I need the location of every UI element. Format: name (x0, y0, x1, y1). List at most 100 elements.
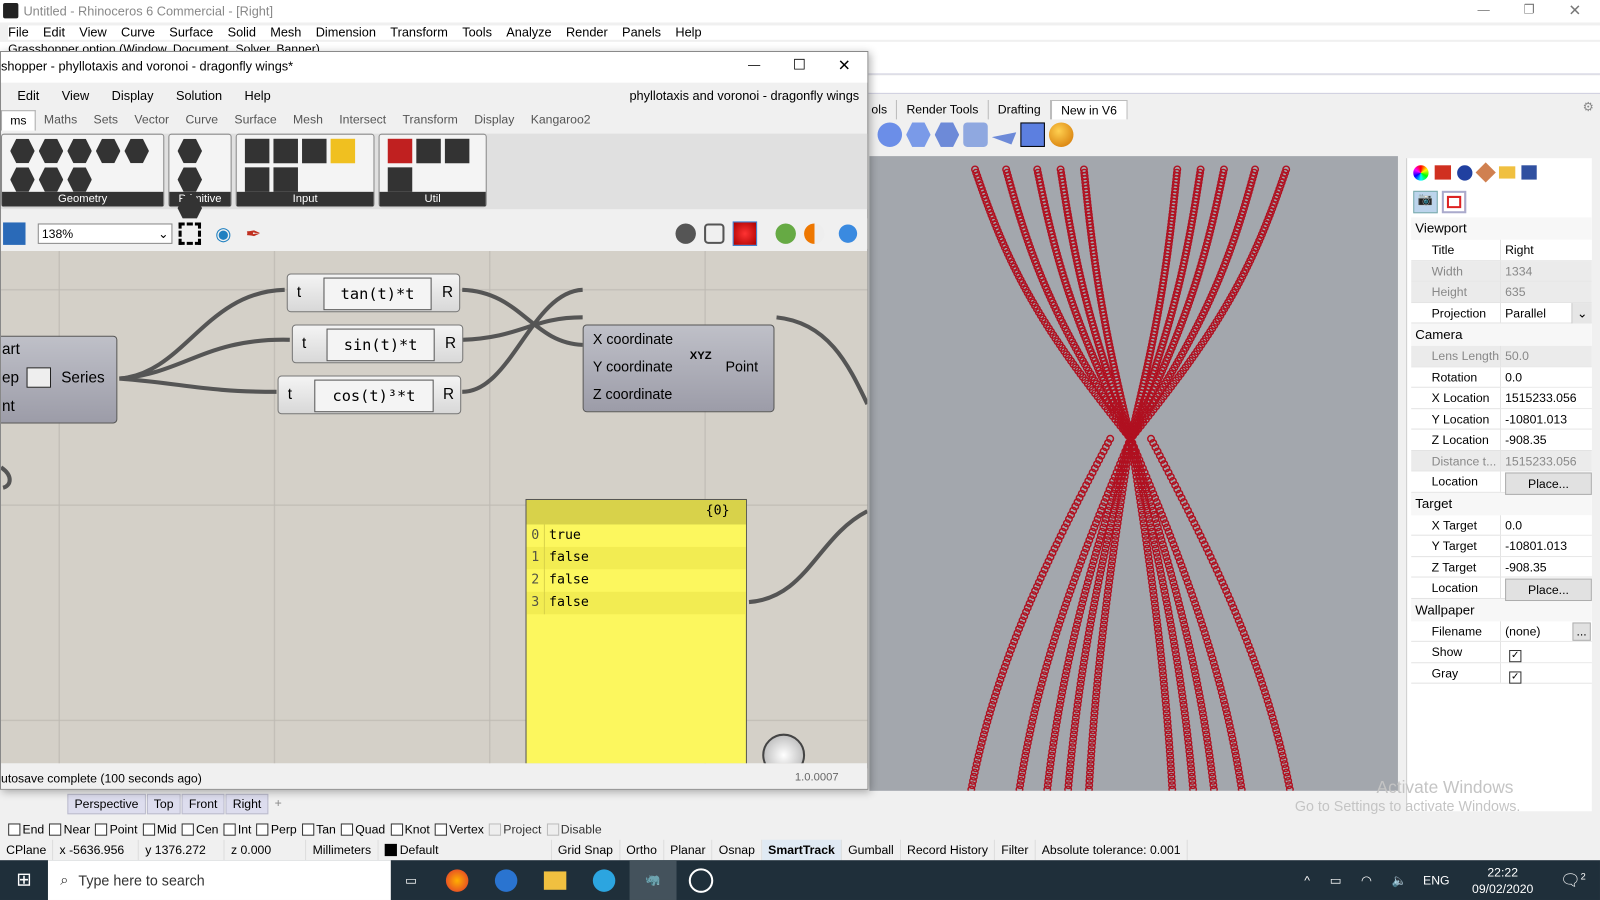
search-box[interactable]: ⌕ Type here to search (47, 860, 391, 900)
menu-curve[interactable]: Curve (121, 26, 155, 40)
component-icon[interactable] (330, 138, 356, 164)
help-icon[interactable] (1521, 165, 1537, 180)
menu-render[interactable]: Render (566, 26, 608, 40)
restore-button[interactable]: ❐ (1523, 2, 1534, 16)
settings-gear-icon[interactable]: ⚙ (1583, 100, 1594, 114)
property-value[interactable]: -10801.013 (1501, 535, 1592, 556)
gh-tab[interactable]: Display (466, 110, 522, 130)
osnap-knot[interactable]: Knot (390, 822, 430, 837)
component-icon[interactable] (10, 138, 35, 164)
gh-tab[interactable]: Curve (177, 110, 226, 130)
osnap-int[interactable]: Int (223, 822, 251, 837)
osnap-disable[interactable]: Disable (546, 822, 602, 837)
gh-tab[interactable]: Surface (226, 110, 285, 130)
property-value[interactable]: 0.0 (1501, 514, 1592, 535)
close-button[interactable]: ✕ (1568, 1, 1581, 19)
component-icon[interactable] (38, 138, 64, 164)
language[interactable]: ENG (1423, 873, 1450, 887)
component-icon[interactable] (244, 138, 270, 164)
menu-panels[interactable]: Panels (622, 26, 661, 40)
right-viewport[interactable] (869, 156, 1398, 791)
gh-tab[interactable]: Sets (85, 110, 126, 130)
property-value[interactable]: -908.35 (1501, 556, 1592, 577)
gh-maximize-button[interactable]: ☐ (793, 56, 806, 73)
checkbox[interactable]: ✓ (1509, 670, 1522, 684)
component-icon[interactable] (302, 138, 327, 164)
material-icon[interactable] (804, 223, 825, 244)
save-icon[interactable] (3, 222, 26, 245)
gh-menu-help[interactable]: Help (244, 89, 270, 103)
property-value[interactable]: ✓ (1501, 641, 1592, 663)
gh-menu-view[interactable]: View (62, 89, 89, 103)
property-value[interactable]: (none)... (1501, 620, 1592, 641)
gh-menu-solution[interactable]: Solution (176, 89, 222, 103)
component-icon[interactable] (273, 138, 298, 164)
toggle-grid-snap[interactable]: Grid Snap (552, 839, 621, 861)
browse-button[interactable]: ... (1572, 621, 1591, 641)
property-value[interactable]: 1515233.056 (1501, 387, 1592, 408)
property-value[interactable]: Place... (1501, 471, 1592, 495)
component-icon[interactable] (273, 167, 298, 192)
expr-text[interactable]: tan(t)*t (323, 277, 432, 311)
gh-group-label[interactable]: Primitive (169, 191, 231, 207)
property-value[interactable]: -10801.013 (1501, 408, 1592, 429)
component-icon[interactable] (387, 167, 413, 192)
component-icon[interactable] (177, 138, 203, 164)
toggle-osnap[interactable]: Osnap (713, 839, 763, 861)
add-viewport-tab-button[interactable]: + (269, 794, 286, 814)
gh-tab[interactable]: Mesh (285, 110, 331, 130)
osnap-tan[interactable]: Tan (301, 822, 336, 837)
notifications-button[interactable]: 🗨2 (1560, 870, 1586, 890)
component-icon[interactable] (416, 138, 441, 164)
component-icon[interactable] (444, 138, 470, 164)
toggle-record-history[interactable]: Record History (901, 839, 996, 861)
gh-menu-edit[interactable]: Edit (17, 89, 39, 103)
osnap-cen[interactable]: Cen (181, 822, 218, 837)
osnap-point[interactable]: Point (95, 822, 137, 837)
expr-text[interactable]: cos(t)³*t (314, 379, 434, 413)
component-icon[interactable] (38, 167, 64, 192)
menu-tools[interactable]: Tools (462, 26, 492, 40)
system-tray-icons[interactable]: ^ ▭ ◠ 🔈 (1304, 873, 1415, 887)
component-icon[interactable] (387, 138, 413, 164)
gh-canvas[interactable]: art ep nt Series t tan(t)*t Rt sin(t)*t Rt co… (1, 251, 868, 764)
chevron-down-icon[interactable]: ⌄ (1571, 302, 1592, 323)
menu-solid[interactable]: Solid (228, 26, 256, 40)
component-icon[interactable] (244, 167, 270, 192)
construct-point-component[interactable]: X coordinate Y coordinate Z coordinate X… (582, 324, 775, 413)
selected-only-icon[interactable] (775, 223, 796, 244)
gh-group-label[interactable]: Geometry (2, 191, 164, 207)
expr-text[interactable]: sin(t)*t (326, 328, 435, 362)
sketch-pen-icon[interactable]: ✒ (246, 223, 261, 244)
expression-component[interactable]: t cos(t)³*t R (277, 375, 462, 415)
place-button[interactable]: Place... (1505, 578, 1592, 602)
rhino-taskbar-icon[interactable]: 🦏 (629, 860, 677, 900)
materials-icon[interactable] (1475, 162, 1496, 183)
component-icon[interactable] (124, 138, 149, 164)
gh-tab[interactable]: ms (1, 110, 36, 131)
gh-close-button[interactable]: ✕ (838, 56, 851, 74)
clock[interactable]: 22:22 09/02/2020 (1472, 864, 1533, 897)
viewport-tab-front[interactable]: Front (181, 793, 225, 815)
firefox-icon[interactable] (445, 868, 469, 892)
osnap-project[interactable]: Project (489, 822, 541, 837)
place-button[interactable]: Place... (1505, 472, 1592, 495)
property-value[interactable]: Parallel ⌄ (1501, 302, 1592, 323)
cplane[interactable]: CPlane (0, 839, 54, 861)
mesh-settings-icon[interactable] (838, 224, 858, 243)
menu-analyze[interactable]: Analyze (506, 26, 551, 40)
expression-component[interactable]: t tan(t)*t R (286, 273, 461, 313)
toolbar-icon[interactable] (963, 122, 988, 147)
shaded-icon[interactable] (732, 221, 758, 246)
color-wheel-icon[interactable] (1413, 164, 1429, 181)
viewport-frame-icon[interactable] (1441, 190, 1467, 214)
layers-icon[interactable] (1434, 165, 1452, 180)
gh-group-label[interactable]: Input (236, 191, 374, 207)
component-icon[interactable] (67, 167, 92, 192)
toolbar-icon[interactable] (1048, 122, 1074, 147)
gh-menu-display[interactable]: Display (112, 89, 154, 103)
osnap-near[interactable]: Near (49, 822, 90, 837)
toolbar-tab[interactable]: New in V6 (1050, 99, 1128, 120)
osnap-perp[interactable]: Perp (256, 822, 297, 837)
zoom-extents-icon[interactable] (178, 222, 202, 245)
